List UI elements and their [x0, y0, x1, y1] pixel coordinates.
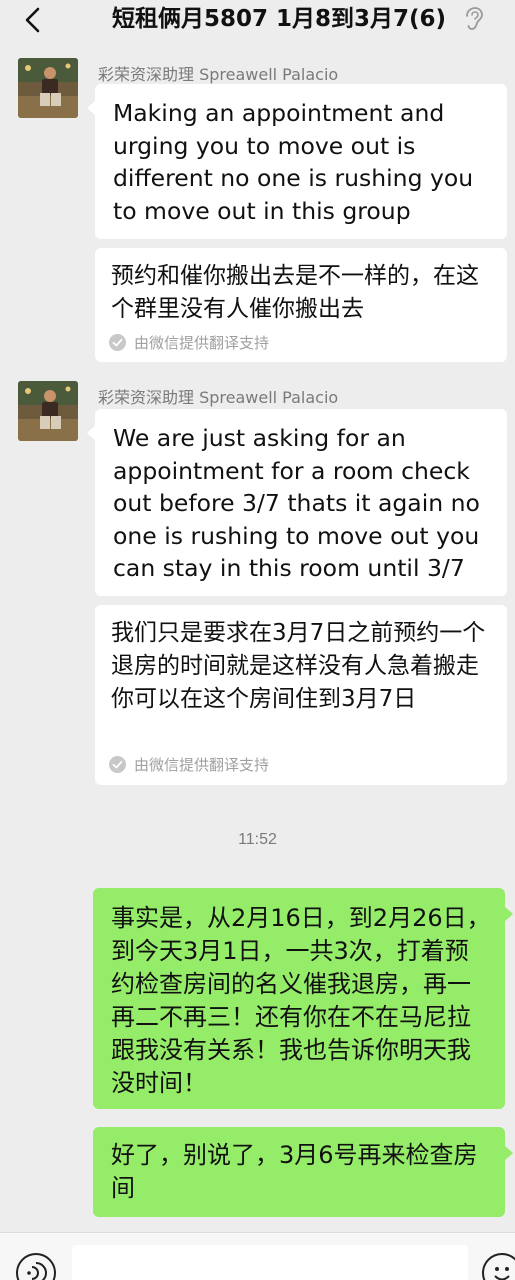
- message-bubble[interactable]: We are just asking for an appointment fo…: [87, 409, 507, 596]
- emoji-button[interactable]: [482, 1253, 515, 1280]
- translation-block[interactable]: 我们只是要求在3月7日之前预约一个退房的时间就是这样没有人急着搬走你可以在这个房…: [95, 605, 507, 785]
- message-input[interactable]: [72, 1245, 468, 1280]
- check-icon: [109, 756, 126, 773]
- message-text: Making an appointment and urging you to …: [113, 99, 474, 225]
- message-bubble[interactable]: Making an appointment and urging you to …: [87, 84, 507, 239]
- sender-name: 彩荣资深助理 Spreawell Palacio: [98, 65, 339, 84]
- check-icon: [109, 334, 126, 351]
- translation-source: 由微信提供翻译支持: [109, 332, 269, 353]
- ear-icon: [462, 6, 484, 37]
- voice-icon: [27, 1262, 47, 1280]
- chevron-left-icon: [25, 7, 40, 33]
- translation-source-label: 由微信提供翻译支持: [134, 334, 270, 352]
- chat-header: 短租俩月5807 1月8到3月7(6): [0, 0, 515, 40]
- translation-source-label: 由微信提供翻译支持: [134, 756, 270, 774]
- avatar[interactable]: [18, 58, 78, 118]
- chat-title: 短租俩月5807 1月8到3月7(6): [112, 6, 447, 32]
- outgoing-message-bubble[interactable]: 好了，别说了，3月6号再来检查房间: [93, 1127, 513, 1217]
- avatar[interactable]: [18, 381, 78, 441]
- message-timestamp: 11:52: [238, 831, 277, 848]
- translation-text: 我们只是要求在3月7日之前预约一个退房的时间就是这样没有人急着搬走你可以在这个房…: [111, 620, 486, 712]
- message-text: 好了，别说了，3月6号再来检查房间: [111, 1141, 478, 1202]
- outgoing-message-bubble[interactable]: 事实是，从2月16日，到2月26日，到今天3月1日，一共3次，打着预约检查房间的…: [93, 888, 513, 1109]
- sender-name: 彩荣资深助理 Spreawell Palacio: [98, 388, 339, 407]
- translation-text: 预约和催你搬出去是不一样的，在这个群里没有人催你搬出去: [111, 263, 479, 322]
- back-button[interactable]: [18, 6, 48, 34]
- input-bar: [0, 1232, 515, 1280]
- message-text: 事实是，从2月16日，到2月26日，到今天3月1日，一共3次，打着预约检查房间的…: [111, 904, 491, 1097]
- voice-button[interactable]: [16, 1253, 56, 1280]
- message-text: We are just asking for an appointment fo…: [113, 424, 480, 582]
- translation-block[interactable]: 预约和催你搬出去是不一样的，在这个群里没有人催你搬出去 由微信提供翻译支持: [95, 248, 507, 362]
- emoji-icon: [494, 1267, 510, 1280]
- translation-source: 由微信提供翻译支持: [109, 754, 269, 775]
